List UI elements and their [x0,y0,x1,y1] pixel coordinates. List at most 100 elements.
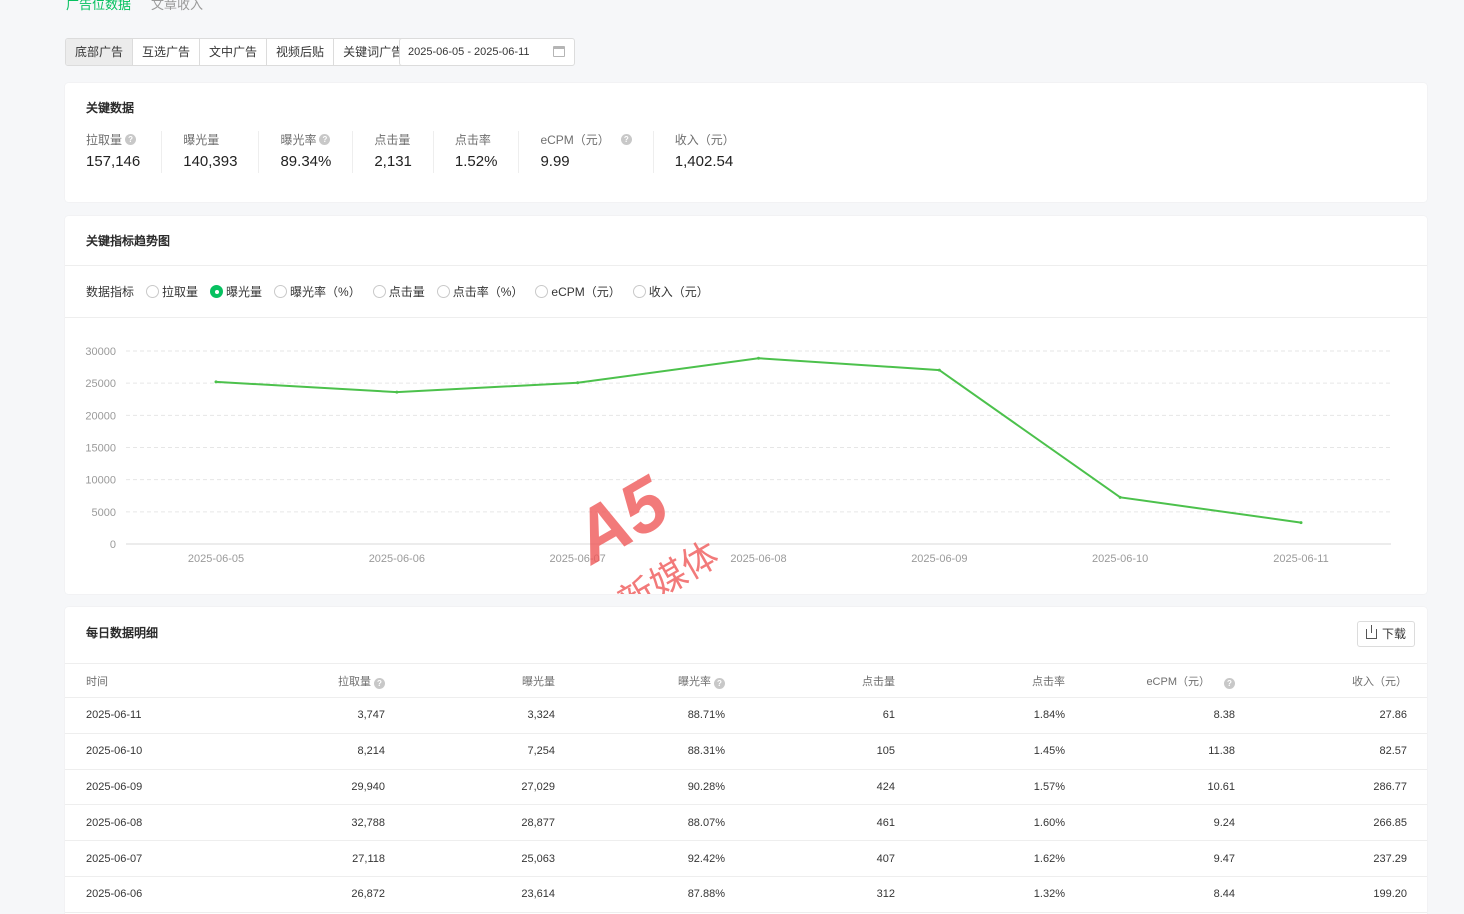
download-label: 下载 [1381,627,1406,641]
calendar-icon[interactable] [553,46,565,57]
table-cell: 2025-06-06 [65,876,235,913]
col-clicks[interactable]: 点击量 [745,663,915,698]
data-point[interactable] [395,390,399,394]
download-button[interactable]: 下载 [1356,621,1415,647]
watermark-logo: A5 新媒体 [557,459,726,594]
tab-ad-slot-data[interactable]: 广告位数据 [66,0,131,13]
kpi-value: 140,393 [183,153,238,170]
table-cell: 2025-06-07 [65,840,235,877]
table-cell: 199.20 [1255,876,1427,913]
help-icon[interactable]: ? [620,133,632,145]
data-point[interactable] [576,381,580,385]
table-cell: 28,877 [405,804,575,842]
table-cell: 7,254 [405,733,575,770]
ad-type-bottom[interactable]: 底部广告 [66,39,134,65]
kpi-value: 1.52% [454,153,498,170]
table-cell: 9.24 [1085,804,1255,842]
help-icon[interactable]: ? [374,677,385,689]
help-icon[interactable]: ? [714,677,725,689]
table-cell: 1.45% [915,733,1085,770]
x-tick-label: 2025-06-06 [369,553,425,565]
table-cell: 8.44 [1085,876,1255,913]
col-ctr[interactable]: 点击率 [915,663,1085,698]
table-cell: 88.71% [575,697,745,734]
kpi-label: 曝光量 [183,132,220,147]
daily-detail-title: 每日数据明细 [86,626,159,640]
kpi-label: 收入（元） [674,132,735,147]
table-cell: 27.86 [1255,697,1427,734]
table-cell: 27,029 [405,769,575,806]
table-row: 2025-06-10 8,214 7,254 88.31% 105 1.45% 11.38 8… [65,733,1427,770]
table-cell: 29,940 [235,769,405,806]
table-cell: 2025-06-09 [65,769,235,806]
table-cell: 424 [745,769,915,806]
tab-article-income[interactable]: 文章收入 [151,0,203,13]
top-tabs: 广告位数据 文章收入 [66,0,203,13]
kpi-row: 拉取量? 157,146 曝光量 140,393 曝光率? 89.34% 点击量… [65,131,756,173]
table-cell: 1.32% [915,876,1085,913]
table-cell: 8,214 [235,733,405,770]
kpi-value: 2,131 [374,153,412,170]
y-tick-label: 5000 [92,507,116,519]
table-cell: 286.77 [1255,769,1427,806]
kpi-impression-rate: 曝光率? 89.34% [259,131,354,173]
daily-detail-card: 每日数据明细 下载 时间 拉取量? 曝光量 曝光率? 点击量 点击率 eCPM（… [65,607,1427,914]
table-cell: 2025-06-10 [65,733,235,770]
table-cell: 237.29 [1255,840,1427,877]
data-point[interactable] [1118,495,1122,499]
col-impressions[interactable]: 曝光量 [405,663,575,698]
y-tick-label: 30000 [85,346,116,358]
table-cell: 82.57 [1255,733,1427,770]
table-cell: 3,747 [235,697,405,734]
data-point[interactable] [214,380,218,384]
x-tick-label: 2025-06-09 [911,553,967,565]
table-cell: 407 [745,840,915,877]
data-point[interactable] [1299,521,1303,525]
help-icon[interactable]: ? [125,133,137,145]
download-icon [1365,625,1377,639]
col-label: 收入（元） [1352,675,1407,688]
x-tick-label: 2025-06-10 [1092,553,1148,565]
kpi-value: 157,146 [86,153,141,170]
ad-type-selector: 底部广告 互选广告 文中广告 视频后贴 关键词广告 [65,38,414,66]
kpi-value: 9.99 [540,153,570,170]
table-cell: 32,788 [235,804,405,842]
col-label: 点击量 [862,675,895,688]
y-tick-label: 0 [110,539,116,551]
table-cell: 11.38 [1085,733,1255,770]
data-point[interactable] [937,368,941,372]
ad-type-mutual[interactable]: 互选广告 [133,39,201,65]
help-icon[interactable]: ? [1224,677,1235,689]
date-range-picker[interactable]: 2025-06-05 - 2025-06-11 [399,38,575,66]
col-date[interactable]: 时间 [65,663,235,698]
col-label: 时间 [86,675,108,688]
table-row: 2025-06-06 26,872 23,614 87.88% 312 1.32% 8.44… [65,876,1427,913]
kpi-label: 点击量 [374,132,411,147]
data-point[interactable] [757,356,760,360]
table-row: 2025-06-11 3,747 3,324 88.71% 61 1.84% 8.38 27.… [65,697,1427,734]
kpi-value: 1,402.54 [674,153,734,170]
table-cell: 2025-06-11 [65,697,235,734]
table-cell: 1.60% [915,804,1085,842]
col-income[interactable]: 收入（元） [1255,663,1427,698]
table-cell: 8.38 [1085,697,1255,734]
table-row: 2025-06-08 32,788 28,877 88.07% 461 1.60% 9.24… [65,804,1427,842]
x-tick-label: 2025-06-05 [188,553,244,565]
table-cell: 88.31% [575,733,745,770]
ad-type-video-post[interactable]: 视频后贴 [267,39,335,65]
ad-type-in-article[interactable]: 文中广告 [200,39,268,65]
y-tick-label: 10000 [85,475,116,487]
x-tick-label: 2025-06-11 [1273,553,1328,565]
daily-table: 时间 拉取量? 曝光量 曝光率? 点击量 点击率 eCPM（元）? 收入（元） … [65,663,1427,913]
kpi-label: 拉取量 [86,132,123,147]
col-impression-rate[interactable]: 曝光率? [575,663,745,698]
table-cell: 1.62% [915,840,1085,877]
kpi-ecpm: eCPM（元）? 9.99 [519,131,654,173]
col-pull[interactable]: 拉取量? [235,663,405,698]
table-cell: 92.42% [575,840,745,877]
help-icon[interactable]: ? [319,133,331,145]
table-cell: 10.61 [1085,769,1255,806]
col-label: eCPM（元） [1146,675,1210,688]
trend-card: 关键指标趋势图 数据指标 拉取量 曝光量 曝光率（%） 点击量 点击率（%） e… [65,216,1427,594]
col-ecpm[interactable]: eCPM（元）? [1085,663,1255,698]
